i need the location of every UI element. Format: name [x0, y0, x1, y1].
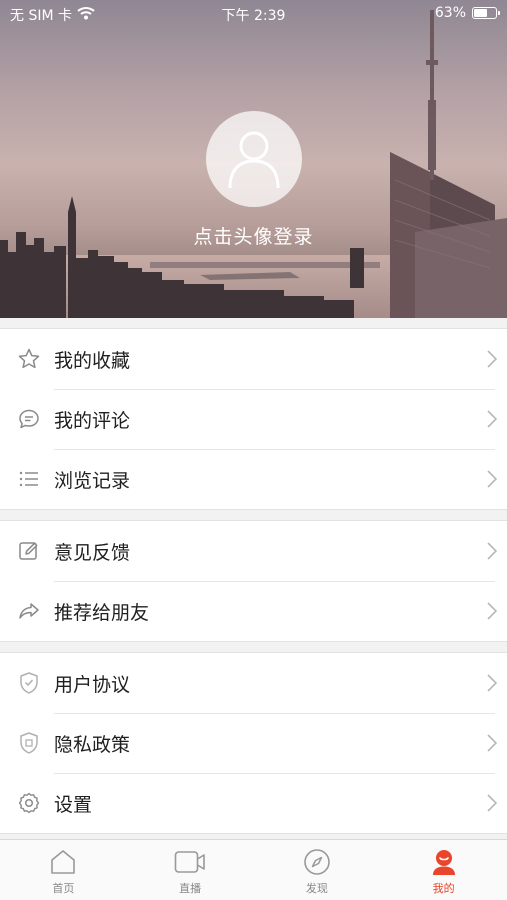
chevron-right-icon [477, 653, 507, 713]
menu-item-user-agreement[interactable]: 用户协议 [0, 653, 507, 713]
clock: 下午 2:39 [221, 8, 286, 24]
bottom-tab-bar: 首页 直播 发现 我的 [0, 839, 507, 900]
battery-icon [472, 7, 500, 19]
profile-icon [430, 847, 458, 877]
star-icon [0, 329, 54, 389]
tab-label: 直播 [179, 882, 202, 895]
tab-mine[interactable]: 我的 [380, 840, 507, 900]
menu-item-privacy-policy[interactable]: 隐私政策 [0, 713, 507, 773]
edit-icon [0, 521, 54, 581]
menu-item-label: 我的评论 [54, 409, 131, 432]
chevron-right-icon [477, 389, 507, 449]
menu-item-comments[interactable]: 我的评论 [0, 389, 507, 449]
chevron-right-icon [477, 521, 507, 581]
chevron-right-icon [477, 773, 507, 833]
menu-item-recommend[interactable]: 推荐给朋友 [0, 581, 507, 641]
video-icon [174, 847, 206, 877]
menu-group-feedback: 意见反馈 推荐给朋友 [0, 520, 507, 642]
tab-label: 首页 [52, 882, 75, 895]
shield-check-icon [0, 653, 54, 713]
list-icon [0, 449, 54, 509]
menu-item-label: 隐私政策 [54, 733, 131, 756]
tab-label: 我的 [432, 882, 455, 895]
compass-icon [303, 847, 331, 877]
chevron-right-icon [477, 329, 507, 389]
tab-home[interactable]: 首页 [0, 840, 127, 900]
tab-discover[interactable]: 发现 [254, 840, 381, 900]
chevron-right-icon [477, 581, 507, 641]
battery-percent: 63% [434, 5, 466, 21]
menu-item-label: 推荐给朋友 [54, 601, 150, 624]
menu-item-label: 我的收藏 [54, 349, 131, 372]
menu-item-label: 浏览记录 [54, 469, 131, 492]
shield-private-icon [0, 713, 54, 773]
menu-item-label: 意见反馈 [54, 541, 131, 564]
menu-item-feedback[interactable]: 意见反馈 [0, 521, 507, 581]
chevron-right-icon [477, 449, 507, 509]
user-avatar-icon[interactable] [206, 111, 302, 207]
menu-group-personal: 我的收藏 我的评论 浏览记录 [0, 328, 507, 510]
menu-item-label: 用户协议 [54, 673, 131, 696]
gear-icon [0, 773, 54, 833]
chevron-right-icon [477, 713, 507, 773]
menu-item-settings[interactable]: 设置 [0, 773, 507, 833]
menu-item-history[interactable]: 浏览记录 [0, 449, 507, 509]
tab-live[interactable]: 直播 [127, 840, 254, 900]
profile-header: 无 SIM 卡 下午 2:39 63% 点击头像登录 [0, 0, 507, 318]
share-icon [0, 581, 54, 641]
login-prompt[interactable]: 点击头像登录 [0, 222, 507, 249]
tab-label: 发现 [305, 882, 328, 895]
menu-item-label: 设置 [54, 793, 93, 816]
home-icon [50, 847, 76, 877]
status-bar: 无 SIM 卡 下午 2:39 63% [0, 0, 507, 28]
comment-icon [0, 389, 54, 449]
menu-item-favorites[interactable]: 我的收藏 [0, 329, 507, 389]
menu-group-settings: 用户协议 隐私政策 设置 [0, 652, 507, 834]
